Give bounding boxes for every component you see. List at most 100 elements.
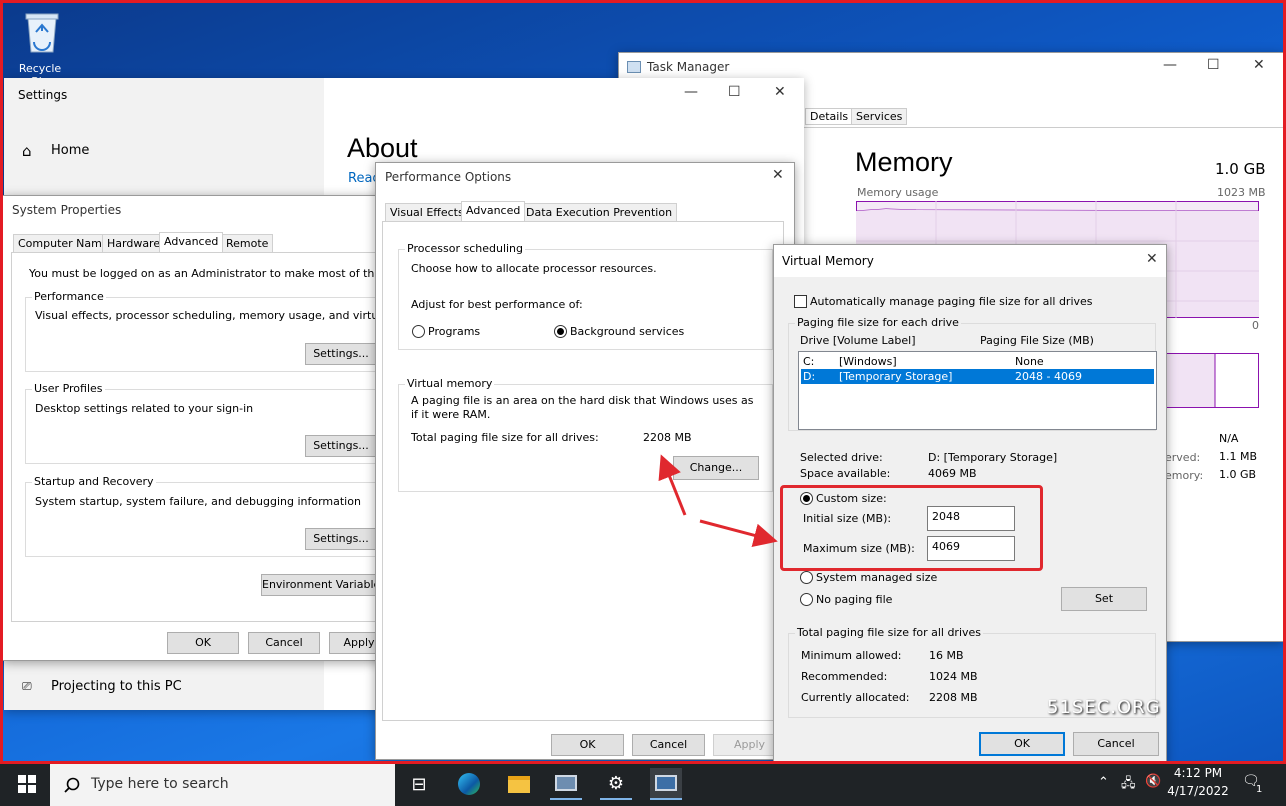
edge-icon[interactable]: [453, 768, 485, 800]
user-profiles-settings-button[interactable]: Settings...: [305, 435, 377, 457]
tab-remote[interactable]: Remote: [221, 234, 274, 252]
system-properties-taskbar-icon[interactable]: [550, 768, 582, 800]
tab-computer-name[interactable]: Computer Name: [13, 234, 114, 252]
settings-title: Settings: [18, 88, 68, 102]
memory-usage-label: Memory usage: [857, 186, 939, 199]
about-heading: About: [347, 133, 418, 163]
programs-radio[interactable]: [412, 325, 425, 338]
drive-size: None: [1015, 355, 1044, 368]
environment-variables-button[interactable]: Environment Variables...: [261, 574, 379, 596]
col-size-header: Paging File Size (MB): [980, 334, 1094, 347]
network-icon[interactable]: 🖧: [1121, 774, 1136, 796]
startup-recovery-desc: System startup, system failure, and debu…: [35, 495, 361, 508]
user-profiles-desc: Desktop settings related to your sign-in: [35, 402, 254, 415]
vm-desc: A paging file is an area on the hard dis…: [411, 394, 754, 421]
volume-muted-icon[interactable]: 🔇: [1145, 774, 1161, 789]
hw-reserved-label: emory:: [1165, 469, 1204, 482]
settings-gear-icon[interactable]: ⚙: [600, 768, 632, 800]
change-button[interactable]: Change...: [673, 456, 759, 480]
processor-desc: Choose how to allocate processor resourc…: [411, 262, 657, 275]
clock-date[interactable]: 4/17/2022: [1166, 784, 1230, 798]
user-profiles-group-title: User Profiles: [32, 382, 105, 395]
adjust-label: Adjust for best performance of:: [411, 298, 583, 311]
tab-hardware[interactable]: Hardware: [102, 234, 166, 252]
perf-cancel-button[interactable]: Cancel: [632, 734, 705, 756]
search-placeholder: Type here to search: [91, 776, 229, 792]
recycle-bin-shortcut[interactable]: Recycle Bin: [10, 10, 70, 88]
tab-advanced[interactable]: Advanced: [159, 232, 224, 252]
paging-each-drive-title: Paging file size for each drive: [795, 316, 961, 329]
no-paging-label: No paging file: [816, 593, 893, 606]
drive-list[interactable]: C: [Windows] None D: [Temporary Storage]…: [798, 351, 1157, 430]
tab-details[interactable]: Details: [805, 108, 854, 125]
minimum-allowed-label: Minimum allowed:: [801, 649, 902, 662]
total-paging-label: Total paging file size for all drives:: [411, 431, 599, 444]
tab-perf-advanced[interactable]: Advanced: [461, 201, 526, 221]
space-available-label: Space available:: [800, 467, 891, 480]
admin-note: You must be logged on as an Administrato…: [29, 267, 379, 280]
hw-reserved-value: 1.0 GB: [1219, 468, 1257, 481]
startup-recovery-settings-button[interactable]: Settings...: [305, 528, 377, 550]
minimum-allowed-value: 16 MB: [929, 649, 964, 662]
settings-home-link[interactable]: Home: [51, 143, 89, 158]
tab-services[interactable]: Services: [851, 108, 908, 125]
task-manager-taskbar-icon[interactable]: [650, 768, 682, 800]
projecting-link[interactable]: Projecting to this PC: [51, 679, 182, 694]
task-view-icon[interactable]: ⊟: [403, 768, 435, 800]
system-managed-radio[interactable]: [800, 571, 813, 584]
maximize-icon[interactable]: ☐: [1207, 57, 1220, 73]
task-manager-icon: [627, 61, 641, 73]
recommended-label: Recommended:: [801, 670, 888, 683]
no-paging-radio[interactable]: [800, 593, 813, 606]
na-value: N/A: [1219, 432, 1239, 445]
vm-ok-button[interactable]: OK: [979, 732, 1065, 756]
total-paging-value: 2208 MB: [643, 431, 692, 444]
processor-scheduling-title: Processor scheduling: [405, 242, 526, 255]
sysprop-ok-button[interactable]: OK: [167, 632, 239, 654]
watermark: 51SEC.ORG: [1047, 697, 1161, 718]
tab-visual-effects[interactable]: Visual Effects: [385, 203, 469, 221]
virtual-memory-title: Virtual Memory: [782, 254, 874, 268]
home-icon: ⌂: [22, 142, 32, 160]
performance-options-title: Performance Options: [385, 170, 512, 184]
memory-max-label: 1023 MB: [1217, 186, 1266, 199]
close-icon[interactable]: ✕: [1253, 57, 1265, 73]
graph-axis-zero: 0: [1252, 319, 1259, 332]
auto-manage-label: Automatically manage paging file size fo…: [810, 295, 1093, 308]
settings-maximize-icon[interactable]: ☐: [728, 84, 741, 100]
startup-recovery-group-title: Startup and Recovery: [32, 475, 156, 488]
drive-letter: D:: [803, 370, 816, 383]
system-properties-title: System Properties: [12, 203, 122, 217]
programs-label: Programs: [428, 325, 481, 338]
drive-row-c[interactable]: C: [Windows] None: [801, 354, 1154, 369]
highlight-box: [780, 485, 1043, 571]
background-services-radio[interactable]: [554, 325, 567, 338]
perf-close-icon[interactable]: ✕: [772, 167, 784, 183]
reserved-label: erved:: [1165, 451, 1201, 464]
perf-ok-button[interactable]: OK: [551, 734, 624, 756]
file-explorer-icon[interactable]: [503, 768, 535, 800]
chevron-up-icon[interactable]: ⌃: [1098, 775, 1109, 790]
windows-start-icon[interactable]: [18, 775, 36, 793]
clock-time[interactable]: 4:12 PM: [1170, 766, 1226, 780]
recommended-value: 1024 MB: [929, 670, 978, 683]
task-manager-title: Task Manager: [647, 60, 730, 74]
vm-close-icon[interactable]: ✕: [1146, 251, 1158, 267]
memory-composition-bar: [1164, 353, 1259, 408]
vm-cancel-button[interactable]: Cancel: [1073, 732, 1159, 756]
currently-allocated-value: 2208 MB: [929, 691, 978, 704]
performance-settings-button[interactable]: Settings...: [305, 343, 377, 365]
tab-dep[interactable]: Data Execution Prevention: [521, 203, 678, 221]
currently-allocated-label: Currently allocated:: [801, 691, 910, 704]
settings-close-icon[interactable]: ✕: [774, 84, 786, 100]
set-button[interactable]: Set: [1061, 587, 1147, 611]
settings-minimize-icon[interactable]: —: [684, 84, 698, 100]
minimize-icon[interactable]: —: [1163, 57, 1177, 73]
drive-row-d[interactable]: D: [Temporary Storage] 2048 - 4069: [801, 369, 1154, 384]
col-drive-header: Drive [Volume Label]: [800, 334, 916, 347]
memory-total: 1.0 GB: [1215, 160, 1266, 178]
taskbar-search-box[interactable]: Type here to search: [50, 764, 395, 806]
notification-count: 1: [1256, 784, 1263, 795]
auto-manage-checkbox[interactable]: [794, 295, 807, 308]
sysprop-cancel-button[interactable]: Cancel: [248, 632, 320, 654]
